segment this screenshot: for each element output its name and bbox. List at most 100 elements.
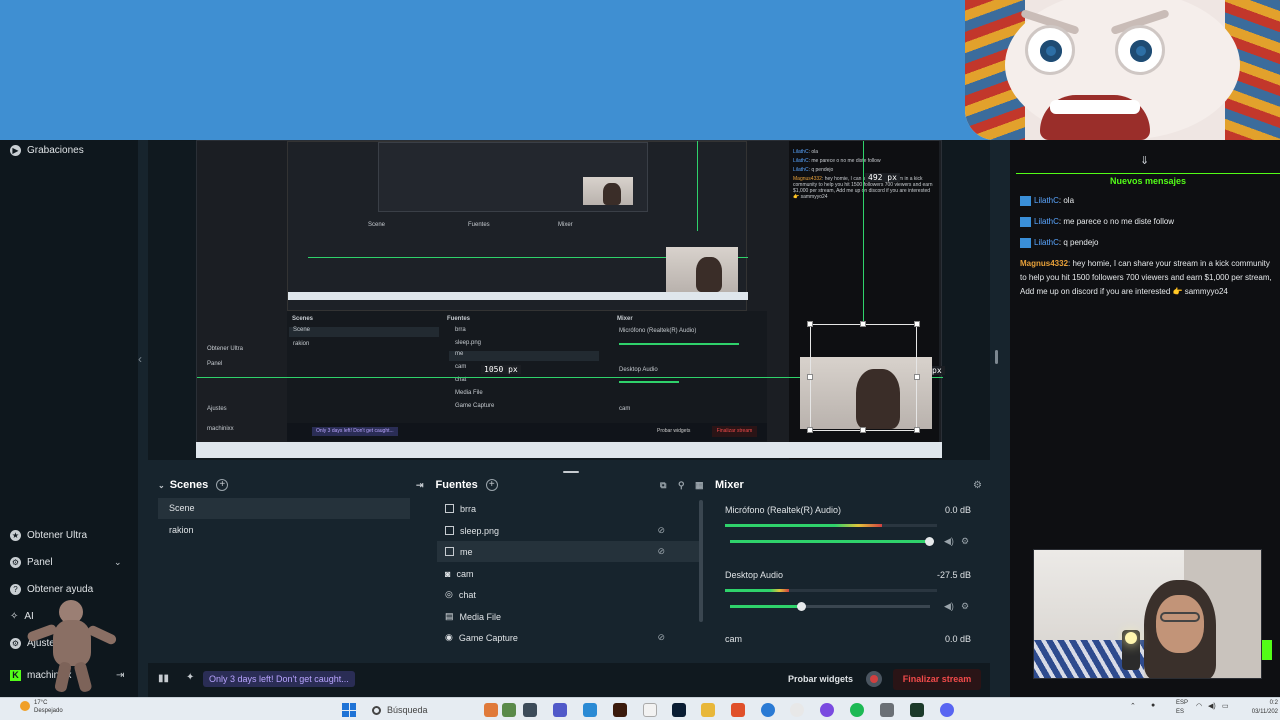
promo-banner[interactable]: Only 3 days left! Don't get caught... (203, 671, 355, 687)
volume-slider[interactable] (730, 537, 934, 546)
add-source-button[interactable]: + (485, 479, 498, 491)
test-widgets-button[interactable]: Probar widgets (788, 674, 853, 684)
resize-handle[interactable] (807, 427, 813, 433)
channel-db: 0.0 dB (944, 505, 971, 515)
volume-slider[interactable] (730, 602, 930, 611)
taskview-icon[interactable] (523, 703, 537, 717)
app-icon[interactable] (484, 703, 498, 717)
chat-username[interactable]: LilathC (1034, 217, 1059, 226)
chat-username[interactable]: LilathC (1034, 196, 1059, 205)
language-indicator[interactable]: ESP ES (1176, 699, 1188, 717)
source-item[interactable]: brra (437, 498, 699, 519)
resize-handle[interactable] (914, 321, 920, 327)
transition-icon[interactable]: ⧉ (660, 480, 666, 491)
chevron-down-icon: ⌄ (114, 557, 122, 567)
file-icon[interactable] (643, 703, 657, 717)
collapse-chevron-icon[interactable]: ⌄ (158, 481, 165, 490)
source-item[interactable]: sleep.png ⊘ (437, 520, 699, 541)
edge-icon[interactable] (583, 703, 597, 717)
sidebar-item-label: Grabaciones (27, 145, 84, 156)
sources-scrollbar[interactable] (699, 500, 703, 622)
app-icon[interactable] (820, 703, 834, 717)
gear-icon[interactable]: ⚙ (961, 601, 969, 612)
folder-icon[interactable] (701, 703, 715, 717)
speaker-icon[interactable]: ◀) (944, 601, 954, 612)
selection-bounding-box[interactable] (810, 324, 917, 431)
teams-icon[interactable] (553, 703, 567, 717)
slider-knob[interactable] (797, 602, 806, 611)
wifi-icon[interactable]: ◠ (1196, 702, 1202, 710)
chat-username[interactable]: Magnus4332 (1020, 259, 1068, 268)
resize-handle[interactable] (914, 374, 920, 380)
eye-hidden-icon[interactable]: ⊘ (657, 632, 665, 643)
nested-mixer-title: Mixer (617, 316, 633, 322)
eye-hidden-icon[interactable]: ⊘ (657, 546, 665, 557)
resize-handle[interactable] (860, 427, 866, 433)
logout-icon[interactable]: ⇥ (116, 670, 124, 681)
stream-preview[interactable]: Scene Fuentes Mixer Scenes Scene rakion … (148, 140, 990, 460)
slider-knob[interactable] (925, 537, 934, 546)
scene-item[interactable]: Scene (158, 498, 424, 519)
stats-icon[interactable]: ▮▮ (158, 673, 169, 684)
spotify-icon[interactable] (850, 703, 864, 717)
source-item[interactable]: ◎ chat (437, 584, 699, 605)
new-messages-divider[interactable]: Nuevos mensajes (1016, 173, 1280, 187)
nested-webcam (583, 177, 633, 205)
record-icon[interactable] (866, 671, 882, 687)
studio-mode-icon[interactable]: ⇥ (416, 480, 424, 491)
slider-fill (730, 540, 930, 543)
scroll-to-bottom-icon[interactable]: ⇓ (1140, 154, 1149, 167)
source-item[interactable]: ▤ Media File (437, 606, 699, 627)
system-clock[interactable]: 0:2 03/11/202 (1238, 699, 1278, 717)
panel-resize-handle[interactable] (995, 350, 998, 364)
brave-icon[interactable] (731, 703, 745, 717)
resize-handle[interactable] (914, 427, 920, 433)
volume-icon[interactable]: ◀) (1208, 702, 1216, 710)
gear-icon[interactable]: ⚙ (973, 480, 982, 491)
scene-item[interactable]: rakion (158, 520, 424, 541)
app-icon[interactable] (502, 703, 516, 717)
eye-hidden-icon[interactable]: ⊘ (657, 525, 665, 536)
chat-message: LilathC: q pendejo (1020, 236, 1275, 250)
resize-handle[interactable] (807, 321, 813, 327)
webcam-face (1156, 595, 1204, 653)
chrome-icon[interactable] (790, 703, 804, 717)
channel-name: cam (725, 634, 743, 644)
gear-icon[interactable]: ⚙ (961, 536, 969, 547)
illustrator-icon[interactable] (613, 703, 627, 717)
battery-icon[interactable]: ▭ (1222, 702, 1229, 710)
nested-scenes-title: Scenes (292, 316, 314, 322)
chevron-up-icon[interactable]: ⌃ (1130, 702, 1136, 710)
resize-handle[interactable] (807, 374, 813, 380)
preview-canvas[interactable]: Scene Fuentes Mixer Scenes Scene rakion … (196, 140, 945, 459)
gamepad-icon: ◉ (445, 632, 453, 642)
layers-icon[interactable]: ▦ (695, 480, 704, 491)
end-stream-button[interactable]: Finalizar stream (893, 669, 981, 690)
speaker-icon[interactable]: ◀) (944, 536, 954, 547)
discord-icon[interactable] (940, 703, 954, 717)
browser-icon[interactable] (761, 703, 775, 717)
photoshop-icon[interactable] (672, 703, 686, 717)
dock-drag-handle[interactable] (563, 471, 579, 473)
sidebar-item-label: Obtener Ultra (27, 530, 88, 541)
sidebar-item-recordings[interactable]: ▶ Grabaciones (10, 145, 84, 156)
sidebar-item-panel[interactable]: ⚙ Panel ⌄ (10, 557, 122, 568)
app-icon[interactable] (880, 703, 894, 717)
lang-code: ESP (1176, 700, 1189, 706)
source-item[interactable]: ◉ Game Capture ⊘ (437, 627, 699, 648)
source-item[interactable]: me ⊘ (437, 541, 699, 562)
resize-handle[interactable] (860, 321, 866, 327)
windows-start-icon[interactable] (342, 703, 356, 717)
obs-icon[interactable] (910, 703, 924, 717)
taskbar-search[interactable]: Búsqueda (372, 702, 472, 718)
filter-icon[interactable]: ⚲ (678, 480, 685, 491)
chevron-left-icon[interactable]: ‹ (138, 352, 142, 366)
add-scene-button[interactable]: + (216, 479, 229, 491)
nested-mixer-channel: cam (619, 406, 631, 412)
nested-mixer-channel: Micrófono (Realtek(R) Audio) (619, 328, 697, 334)
sidebar-item-get-ultra[interactable]: ★ Obtener Ultra (10, 530, 87, 541)
green-indicator (1262, 640, 1272, 660)
source-item[interactable]: ◙ cam (437, 563, 699, 584)
chat-username[interactable]: LilathC (1034, 238, 1059, 247)
mic-icon[interactable]: ● (1151, 702, 1155, 709)
